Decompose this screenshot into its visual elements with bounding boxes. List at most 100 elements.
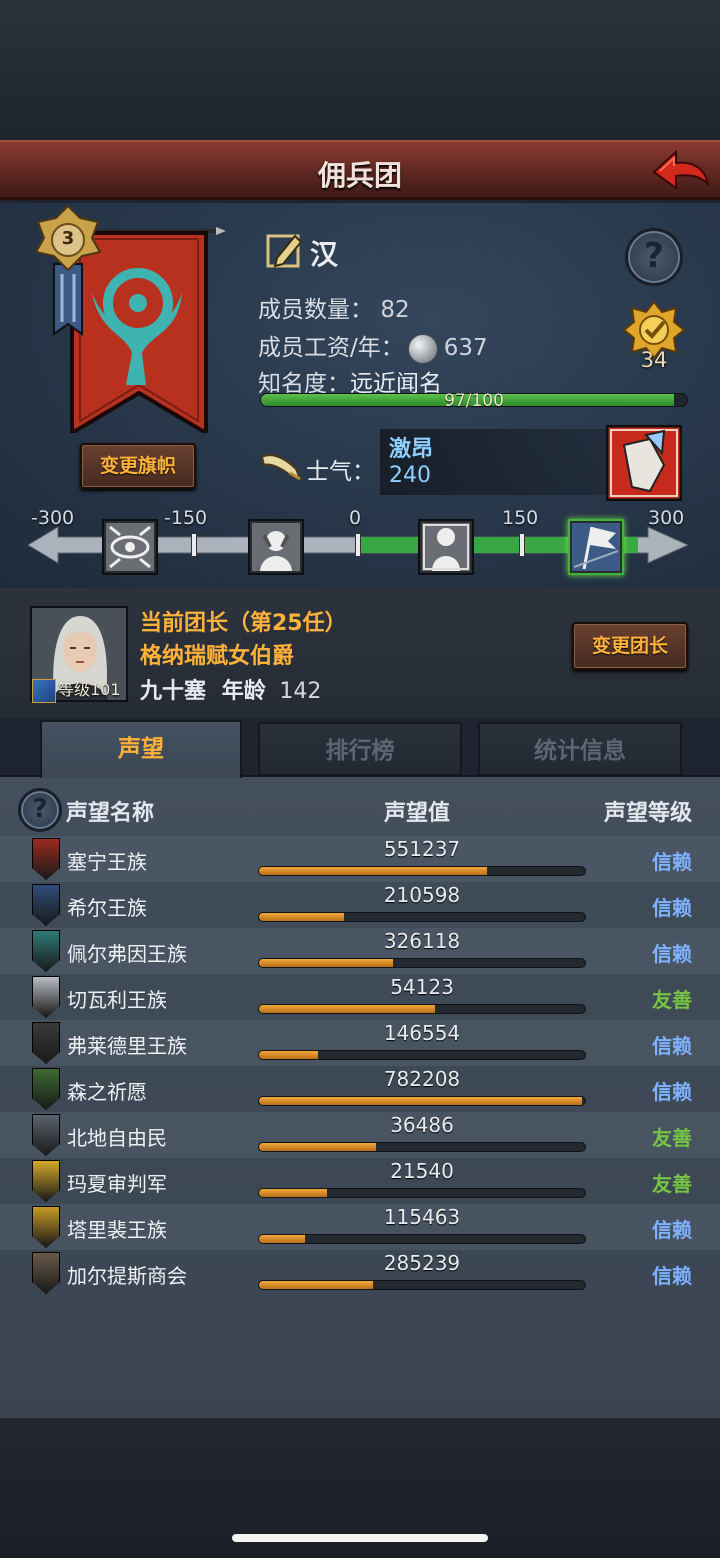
faction-name: 加尔提斯商会 [67,1264,187,1288]
reputation-value: 54123 [390,975,454,999]
faction-name: 弗莱德里王族 [67,1034,187,1058]
reputation-level: 信赖 [652,1080,692,1104]
faction-crest-icon [32,1160,60,1202]
morale-attack-icon[interactable] [605,424,683,502]
reputation-row[interactable]: 森之祈愿 782208 信赖 [0,1066,720,1112]
reputation-progress-fill [259,1235,305,1243]
reputation-value: 210598 [383,883,461,907]
col-header-value: 声望值 [384,801,451,826]
reputation-level: 信赖 [652,1034,692,1058]
member-wage-row: 成员工资/年： 637 [258,328,488,364]
scale-tick [519,533,525,557]
scale-label-min: -300 [31,507,75,529]
reputation-level: 信赖 [652,896,692,920]
reputation-level: 友善 [652,988,692,1012]
back-arrow-icon[interactable] [650,146,710,196]
change-leader-button[interactable]: 变更团长 [572,622,688,670]
help-icon[interactable]: ? [625,228,683,286]
member-wage-label: 成员工资/年： [258,335,404,361]
reputation-progress-fill [259,1097,582,1105]
reputation-level: 友善 [652,1126,692,1150]
morale-value: 240 [389,463,431,488]
reputation-progress-fill [259,1005,436,1013]
member-count-row: 成员数量： 82 [258,290,410,324]
tab-ranking[interactable]: 排行榜 [258,722,462,776]
edit-name-icon[interactable] [265,230,305,270]
reputation-help-icon[interactable]: ? [18,788,62,832]
title-bar: 佣兵团 [0,140,720,200]
medal-count: 34 [640,348,668,372]
faction-name: 佩尔弗因王族 [67,942,187,966]
reputation-level: 友善 [652,1172,692,1196]
leader-age: 142 [279,679,322,704]
morale-label: 士气： [306,459,375,485]
reputation-value: 285239 [383,1251,461,1275]
member-wage-value: 637 [443,335,488,361]
col-header-name: 声望名称 [66,801,155,826]
member-count-label: 成员数量： [258,297,373,323]
reputation-row[interactable]: 希尔王族 210598 信赖 [0,882,720,928]
morale-fear-icon[interactable] [248,519,304,575]
leader-age-label: 年龄 [221,679,266,704]
reputation-row[interactable]: 北地自由民 36486 友善 [0,1112,720,1158]
morale-steady-icon[interactable] [418,519,474,575]
tab-reputation[interactable]: 声望 [40,720,242,778]
reputation-row[interactable]: 切瓦利王族 54123 友善 [0,974,720,1020]
faction-crest-icon [32,976,60,1018]
change-flag-button[interactable]: 变更旗帜 [80,443,196,489]
reputation-value: 36486 [390,1113,454,1137]
reputation-row[interactable]: 加尔提斯商会 285239 信赖 [0,1250,720,1296]
faction-name: 希尔王族 [67,896,147,920]
reputation-level: 信赖 [652,850,692,874]
reputation-progress-bar [258,866,586,876]
faction-name: 塔里裴王族 [67,1218,167,1242]
faction-crest-icon [32,1206,60,1248]
col-header-level: 声望等级 [603,801,692,826]
faction-crest-icon [32,1068,60,1110]
faction-crest-icon [32,930,60,972]
tab-statistics[interactable]: 统计信息 [478,722,682,776]
faction-crest-icon [32,1252,60,1294]
horn-icon [260,449,302,483]
reputation-progress-bar [258,958,586,968]
reputation-progress-fill [259,1281,374,1289]
reputation-row[interactable]: 弗莱德里王族 146554 信赖 [0,1020,720,1066]
top-background [0,0,720,140]
scale-label-zero: 0 [349,507,362,529]
faction-crest-icon [32,1022,60,1064]
morale-high-icon[interactable] [568,519,624,575]
reputation-progress-fill [259,1189,328,1197]
reputation-row[interactable]: 玛夏审判军 21540 友善 [0,1158,720,1204]
scale-label-neg: -150 [164,507,208,529]
reputation-value: 326118 [383,929,461,953]
reputation-value: 21540 [390,1159,454,1183]
scale-tick [191,533,197,557]
leader-name: 格纳瑞赋女伯爵 [140,644,295,669]
leader-level: 等级101 [32,676,121,703]
reputation-value: 782208 [383,1067,461,1091]
reputation-progress-bar [258,1050,586,1060]
leader-info: 九十塞 年龄 142 [140,673,321,705]
faction-name: 森之祈愿 [67,1080,147,1104]
silver-coin-icon [407,333,438,364]
reputation-row[interactable]: 塔里裴王族 115463 信赖 [0,1204,720,1250]
reputation-progress-bar [258,1142,586,1152]
leader-level-text: 等级101 [58,680,121,699]
banner-level-badge: 3 [32,204,104,344]
sword-icon [32,678,56,703]
scale-label-max: 300 [648,507,685,529]
morale-despair-icon[interactable] [102,519,158,575]
reputation-progress-bar [258,912,586,922]
home-indicator[interactable] [232,1534,488,1542]
faction-crest-icon [32,884,60,926]
page-title: 佣兵团 [317,159,402,192]
reputation-row[interactable]: 塞宁王族 551237 信赖 [0,836,720,882]
reputation-row[interactable]: 佩尔弗因王族 326118 信赖 [0,928,720,974]
reputation-progress-bar [258,1096,586,1106]
reputation-level: 信赖 [652,942,692,966]
member-count-value: 82 [380,297,410,323]
morale-state: 激昂 [389,437,434,462]
reputation-value: 115463 [383,1205,461,1229]
leader-title: 当前团长（第25任） [140,611,347,636]
reputation-value: 146554 [383,1021,461,1045]
